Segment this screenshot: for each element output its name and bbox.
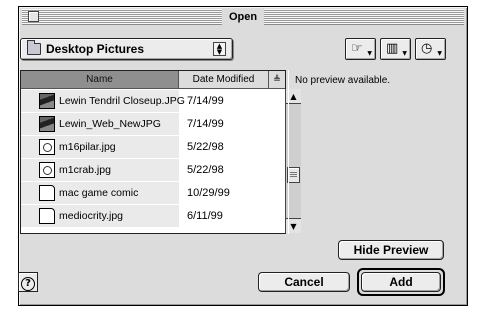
caret-down-icon: ▼ xyxy=(402,50,407,57)
hide-preview-button[interactable]: Hide Preview xyxy=(338,240,444,260)
file-name: m1crab.jpg xyxy=(59,164,111,176)
file-list[interactable]: Name Date Modified ≜ Lewin Tendril Close… xyxy=(20,70,301,234)
clock-icon: ◷ xyxy=(421,41,433,56)
preview-pane: No preview available. xyxy=(288,70,446,234)
column-header-date-modified[interactable]: Date Modified xyxy=(179,71,269,89)
file-name: mediocrity.jpg xyxy=(59,210,123,222)
document-icon xyxy=(39,208,55,224)
file-date: 5/22/98 xyxy=(187,164,224,176)
folder-popup-label: Desktop Pictures xyxy=(46,42,145,56)
pointing-hand-icon: ☞ xyxy=(351,41,363,56)
list-item[interactable]: m16pilar.jpg 5/22/98 xyxy=(21,136,269,158)
caret-down-icon: ▼ xyxy=(367,50,372,57)
title-bar[interactable]: Open xyxy=(22,9,464,25)
window-title: Open xyxy=(221,9,265,25)
file-name: Lewin_Web_NewJPG xyxy=(59,118,161,130)
shortcuts-button[interactable]: ☞ ▼ xyxy=(345,38,376,60)
jpeg-file-icon xyxy=(39,162,55,178)
help-icon: ? xyxy=(21,277,35,291)
help-button[interactable]: ? xyxy=(18,272,38,292)
list-item[interactable]: mac game comic 10/29/99 xyxy=(21,182,269,204)
caret-down-icon: ▼ xyxy=(437,50,442,57)
folder-icon xyxy=(27,40,41,55)
jpeg-file-icon xyxy=(39,139,55,155)
default-button-ring: Add xyxy=(357,268,445,296)
file-name: m16pilar.jpg xyxy=(59,141,116,153)
file-date: 7/14/99 xyxy=(187,95,224,107)
file-date: 5/22/98 xyxy=(187,141,224,153)
file-name: Lewin Tendril Closeup.JPG xyxy=(59,95,185,107)
document-icon xyxy=(39,185,55,201)
column-header-name[interactable]: Name xyxy=(21,71,179,89)
list-item[interactable]: mediocrity.jpg 6/11/99 xyxy=(21,205,269,227)
file-name: mac game comic xyxy=(59,187,139,199)
favorites-button[interactable]: ▥ ▼ xyxy=(380,38,411,60)
picture-icon xyxy=(39,116,55,132)
sort-order-toggle[interactable]: ≜ xyxy=(269,71,285,89)
file-date: 7/14/99 xyxy=(187,118,224,130)
list-item[interactable]: Lewin_Web_NewJPG 7/14/99 xyxy=(21,113,269,135)
folder-popup[interactable]: Desktop Pictures ▲ ▼ xyxy=(20,38,233,60)
popup-arrows-icon: ▲ ▼ xyxy=(213,42,226,56)
file-date: 6/11/99 xyxy=(187,210,223,222)
picture-icon xyxy=(39,93,55,109)
cancel-button[interactable]: Cancel xyxy=(258,272,350,292)
recent-button[interactable]: ◷ ▼ xyxy=(415,38,446,60)
favorites-icon: ▥ xyxy=(386,41,399,56)
close-box[interactable] xyxy=(28,11,39,22)
list-item[interactable]: m1crab.jpg 5/22/98 xyxy=(21,159,269,181)
add-button[interactable]: Add xyxy=(361,272,441,292)
list-item[interactable]: Lewin Tendril Closeup.JPG 7/14/99 xyxy=(21,90,269,112)
file-date: 10/29/99 xyxy=(187,187,230,199)
preview-message: No preview available. xyxy=(295,75,391,86)
